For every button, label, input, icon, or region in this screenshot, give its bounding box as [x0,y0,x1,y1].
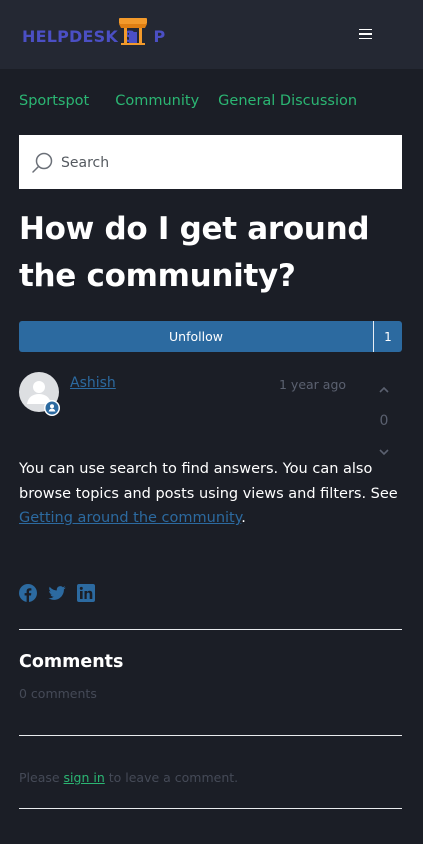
user-badge-icon [44,400,60,416]
linkedin-icon[interactable] [77,584,95,602]
sign-in-link[interactable]: sign in [64,770,105,785]
comments-heading: Comments [19,652,124,672]
shop-icon [119,18,147,45]
breadcrumb: Sportspot Community General Discussion [19,93,357,109]
site-header: HELPDESK SP [0,0,423,69]
breadcrumb-sportspot[interactable]: Sportspot [19,93,89,109]
search-input[interactable] [59,135,393,191]
author-name[interactable]: Ashish [70,375,116,391]
signin-prompt: Please sign in to leave a comment. [19,770,239,785]
getting-around-link[interactable]: Getting around the community [19,510,241,526]
vote-up-icon[interactable] [375,382,393,396]
vote-count: 0 [379,413,389,429]
site-logo[interactable]: HELPDESK SP [22,16,172,52]
facebook-icon[interactable] [19,584,37,602]
share-links [19,584,95,602]
post-body: You can use search to find answers. You … [19,461,398,526]
section-divider [19,629,402,630]
search-box [19,135,402,191]
section-divider [19,735,402,736]
section-divider [19,808,402,809]
breadcrumb-general-discussion[interactable]: General Discussion [218,93,357,109]
search-icon [32,152,53,173]
post-time: 1 year ago [279,377,347,392]
follow-control: Unfollow 1 [19,321,402,352]
breadcrumb-community[interactable]: Community [115,93,199,109]
twitter-icon[interactable] [48,584,66,602]
comments-count: 0 comments [19,686,97,701]
hamburger-menu-icon[interactable] [356,25,376,43]
unfollow-button[interactable]: Unfollow [19,321,373,352]
page-title: How do I get around the community? [19,211,370,294]
follower-count: 1 [384,329,392,344]
